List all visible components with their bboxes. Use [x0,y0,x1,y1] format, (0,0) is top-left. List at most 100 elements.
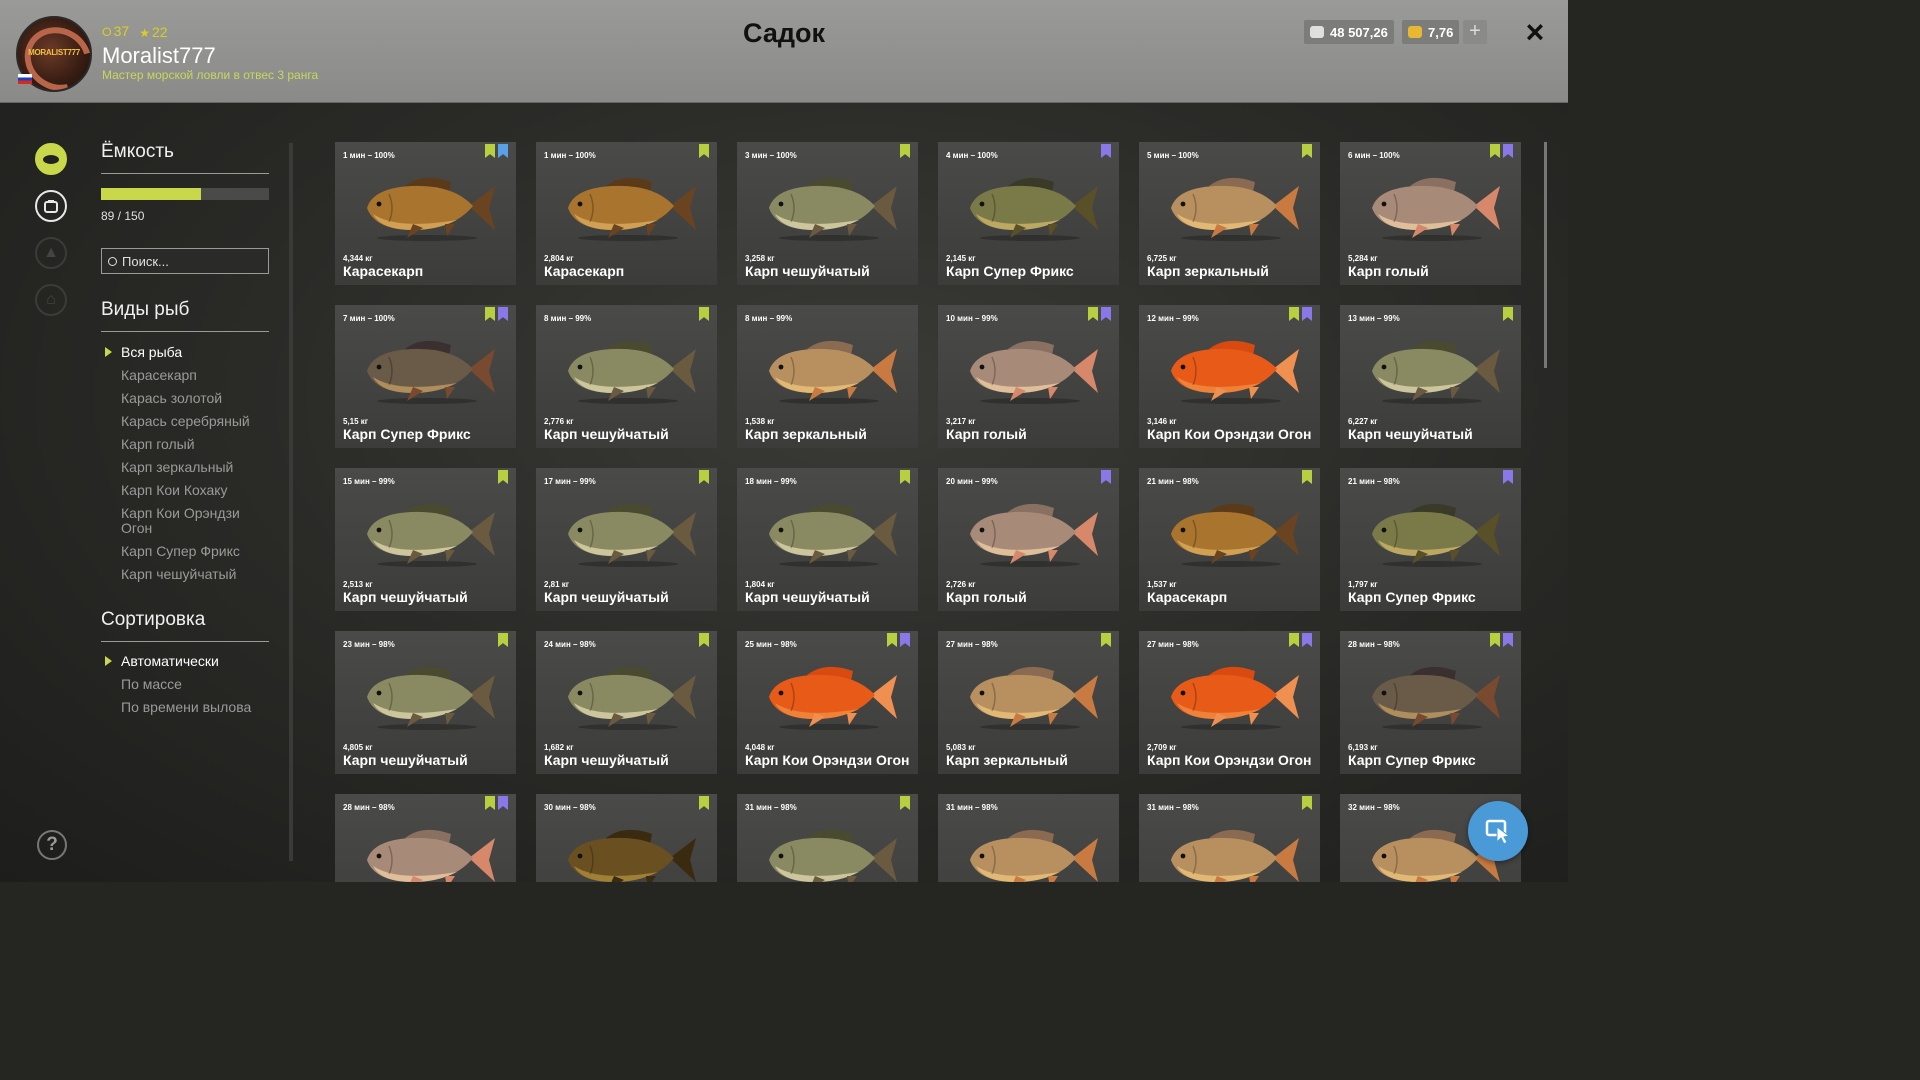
species-filter-item[interactable]: Карасекарп [101,368,271,383]
capacity-text: 89 / 150 [101,209,145,223]
fish-card[interactable]: 1 мин – 100% 4,344 кг Карасекарп [335,142,516,285]
bookmark-green-icon [1302,796,1312,810]
search-icon [108,256,117,266]
sort-option-item[interactable]: Автоматически [101,654,271,669]
fish-card[interactable]: 12 мин – 99% 3,146 кг Карп Кои Орэндзи Ого… [1139,305,1320,448]
bookmark-marks [485,307,508,321]
bookmark-marks [1503,307,1513,321]
bookmark-green-icon [699,633,709,647]
catch-time: 31 мин – 98% [1147,803,1199,812]
fish-card[interactable]: 30 мин – 98% [536,794,717,882]
search-input[interactable]: Поиск... [101,248,269,274]
fish-card[interactable]: 25 мин – 98% 4,048 кг Карп Кои Орэндзи Ого… [737,631,918,774]
fish-image [367,666,495,730]
fish-card[interactable]: 27 мин – 98% 2,709 кг Карп Кои Орэндзи Ого… [1139,631,1320,774]
bookmark-purple-icon [1302,307,1312,321]
species-filter-list: Вся рыба Карасекарп Карась золотой Карась с… [101,345,271,590]
species-filter-item[interactable]: Карп Кои Кохаку [101,483,271,498]
bookmark-green-icon [699,144,709,158]
cursor-mode-button[interactable] [1468,801,1528,861]
fish-card[interactable]: 20 мин – 99% 2,726 кг Карп голый [938,468,1119,611]
fish-card[interactable]: 21 мин – 98% 1,797 кг Карп Супер Фрикс [1340,468,1521,611]
fish-card[interactable]: 15 мин – 99% 2,513 кг Карп чешуйчатый [335,468,516,611]
fish-name: Карп голый [946,589,1027,605]
fish-card[interactable]: 24 мин – 98% 1,682 кг Карп чешуйчатый [536,631,717,774]
fish-card[interactable]: 5 мин – 100% 6,725 кг Карп зеркальный [1139,142,1320,285]
fish-card[interactable]: 31 мин – 98% [737,794,918,882]
fish-card[interactable]: 31 мин – 98% [1139,794,1320,882]
bookmark-green-icon [498,470,508,484]
bookmark-green-icon [900,796,910,810]
species-filter-item[interactable]: Карп голый [101,437,271,452]
gold-value: 7,76 [1428,24,1454,40]
home-icon[interactable]: ⌂ [35,284,67,316]
fish-card[interactable]: 6 мин – 100% 5,284 кг Карп голый [1340,142,1521,285]
close-button[interactable]: × [1520,16,1550,48]
inventory-icon[interactable] [35,190,67,222]
species-filter-item[interactable]: Вся рыба [101,345,271,360]
bookmark-green-icon [485,307,495,321]
species-filter-item[interactable]: Карась золотой [101,391,271,406]
bookmark-green-icon [485,144,495,158]
bookmark-marks [699,307,709,321]
bookmark-marks [1302,796,1312,810]
catch-time: 1 мин – 100% [343,151,395,160]
fish-card[interactable]: 23 мин – 98% 4,805 кг Карп чешуйчатый [335,631,516,774]
fish-card[interactable]: 7 мин – 100% 5,15 кг Карп Супер Фрикс [335,305,516,448]
fish-weight: 6,725 кг [1147,254,1177,263]
fish-name: Карп зеркальный [1147,263,1269,279]
fish-name: Карп чешуйчатый [544,589,669,605]
bookmark-marks [1490,633,1513,647]
header-bar: MORALIST777 ⭘ 37 ★ 22 Moralist777 Мастер м… [0,0,1568,103]
fish-weight: 1,537 кг [1147,580,1177,589]
fish-weight: 2,804 кг [544,254,574,263]
camp-icon[interactable]: ▲ [35,237,67,269]
fish-card[interactable]: 13 мин – 99% 6,227 кг Карп чешуйчатый [1340,305,1521,448]
fish-card[interactable]: 31 мин – 98% [938,794,1119,882]
fish-image [769,503,897,567]
fish-card[interactable]: 4 мин – 100% 2,145 кг Карп Супер Фрикс [938,142,1119,285]
fish-card[interactable]: 1 мин – 100% 2,804 кг Карасекарп [536,142,717,285]
fish-card[interactable]: 28 мин – 98% [335,794,516,882]
fish-image [568,666,696,730]
bookmark-green-icon [699,470,709,484]
bookmark-purple-icon [1101,307,1111,321]
search-placeholder: Поиск... [122,253,169,269]
species-filter-item[interactable]: Карп Супер Фрикс [101,544,271,559]
fish-weight: 4,344 кг [343,254,373,263]
fish-name: Карасекарп [544,263,625,279]
catch-time: 18 мин – 99% [745,477,797,486]
capacity-bar [101,188,269,200]
help-button[interactable]: ? [37,830,67,860]
fish-weight: 6,193 кг [1348,743,1378,752]
sort-option-item[interactable]: По времени вылова [101,700,271,715]
bookmark-purple-icon [498,307,508,321]
sort-option-item[interactable]: По массе [101,677,271,692]
fish-card[interactable]: 8 мин – 99% 2,776 кг Карп чешуйчатый [536,305,717,448]
fish-card[interactable]: 27 мин – 98% 5,083 кг Карп зеркальный [938,631,1119,774]
fish-card[interactable]: 28 мин – 98% 6,193 кг Карп Супер Фрикс [1340,631,1521,774]
species-filter-item[interactable]: Карась серебряный [101,414,271,429]
fish-weight: 4,048 кг [745,743,775,752]
fish-card[interactable]: 21 мин – 98% 1,537 кг Карасекарп [1139,468,1320,611]
species-filter-item[interactable]: Карп зеркальный [101,460,271,475]
fish-image [769,340,897,404]
fish-card[interactable]: 10 мин – 99% 3,217 кг Карп голый [938,305,1119,448]
bookmark-marks [699,796,709,810]
bookmark-marks [1101,470,1111,484]
fish-keepnet-icon[interactable] [35,143,67,175]
fish-card[interactable]: 17 мин – 99% 2,81 кг Карп чешуйчатый [536,468,717,611]
catch-time: 8 мин – 99% [544,314,592,323]
bookmark-green-icon [1302,144,1312,158]
add-currency-button[interactable]: + [1463,20,1487,44]
fish-grid: 1 мин – 100% 4,344 кг Карасекарп 1 мин – 10… [335,142,1525,882]
fish-card[interactable]: 3 мин – 100% 3,258 кг Карп чешуйчатый [737,142,918,285]
fish-image [367,503,495,567]
fish-image [1372,340,1500,404]
fish-image [568,340,696,404]
species-filter-item[interactable]: Карп Кои Орэндзи Огон [101,506,251,536]
fish-card[interactable]: 18 мин – 99% 1,804 кг Карп чешуйчатый [737,468,918,611]
species-filter-item[interactable]: Карп чешуйчатый [101,567,271,582]
grid-scrollbar[interactable] [1544,142,1547,368]
fish-card[interactable]: 8 мин – 99% 1,538 кг Карп зеркальный [737,305,918,448]
